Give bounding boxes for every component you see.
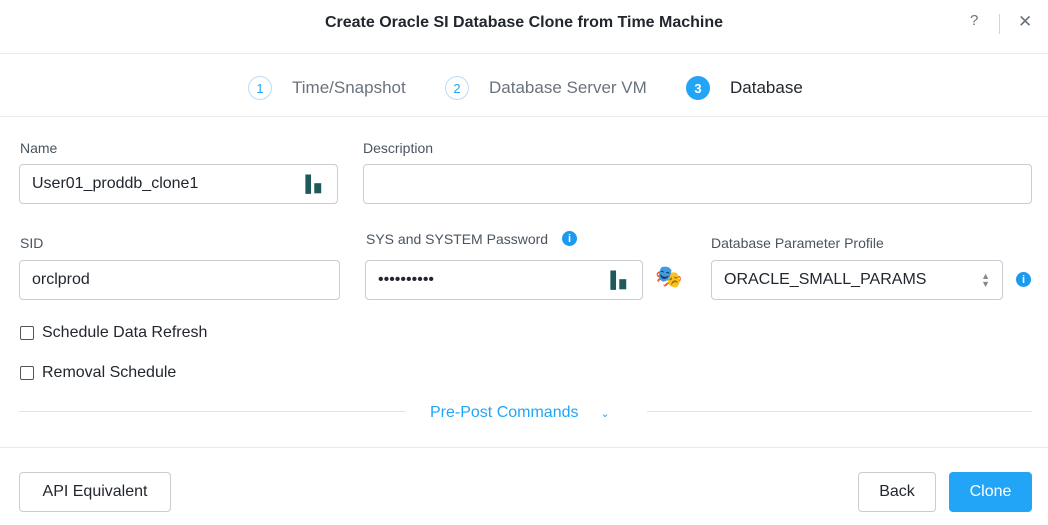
password-value: ••••••••••	[378, 271, 435, 288]
step-number: 2	[445, 76, 469, 100]
schedule-refresh-checkbox[interactable]: Schedule Data Refresh	[20, 324, 207, 342]
masks-icon[interactable]: 🎭	[655, 264, 682, 290]
dialog-title: Create Oracle SI Database Clone from Tim…	[324, 14, 724, 31]
back-button[interactable]: Back	[858, 472, 936, 512]
sid-input[interactable]: orclprod	[19, 260, 340, 300]
step-label: Time/Snapshot	[292, 78, 406, 97]
step-time-snapshot[interactable]: 1 Time/Snapshot	[248, 76, 406, 100]
checkbox-label: Schedule Data Refresh	[42, 324, 208, 341]
select-arrows-icon: ▲ ▼	[981, 271, 990, 289]
step-label: Database Server VM	[489, 78, 647, 97]
divider	[0, 116, 1048, 117]
divider	[0, 447, 1048, 448]
checkbox-label: Removal Schedule	[42, 364, 177, 381]
step-database[interactable]: 3 Database	[686, 76, 803, 100]
step-label: Database	[730, 78, 803, 97]
profile-label: Database Parameter Profile	[711, 235, 884, 251]
password-input[interactable]: •••••••••• ▌▖	[365, 260, 643, 300]
help-button[interactable]: ?	[970, 12, 978, 29]
clone-button[interactable]: Clone	[949, 472, 1032, 512]
step-number: 3	[686, 76, 710, 100]
divider	[999, 14, 1000, 34]
toggle-label: Pre-Post Commands	[430, 404, 579, 421]
password-label: SYS and SYSTEM Password	[366, 231, 549, 247]
profile-select[interactable]: ORACLE_SMALL_PARAMS ▲ ▼	[711, 260, 1003, 300]
description-input[interactable]	[363, 164, 1032, 204]
key-icon: ▌▖	[305, 176, 327, 193]
pre-post-commands-toggle[interactable]: Pre-Post Commands ⌄	[430, 404, 610, 422]
key-icon: ▌▖	[610, 272, 632, 289]
divider	[647, 411, 1032, 412]
info-icon[interactable]: i	[1016, 272, 1031, 287]
name-value: User01_proddb_clone1	[32, 175, 199, 192]
chevron-down-icon: ⌄	[600, 408, 610, 420]
divider	[0, 53, 1048, 54]
step-database-server-vm[interactable]: 2 Database Server VM	[445, 76, 647, 100]
checkbox-icon	[20, 326, 34, 340]
close-icon[interactable]: ✕	[1018, 12, 1032, 32]
removal-schedule-checkbox[interactable]: Removal Schedule	[20, 364, 176, 382]
api-equivalent-button[interactable]: API Equivalent	[19, 472, 171, 512]
profile-value: ORACLE_SMALL_PARAMS	[724, 271, 927, 288]
description-label: Description	[363, 140, 434, 156]
name-input[interactable]: User01_proddb_clone1 ▌▖	[19, 164, 338, 204]
divider	[19, 411, 406, 412]
sid-label: SID	[20, 235, 44, 251]
info-icon[interactable]: i	[562, 231, 577, 246]
name-label: Name	[20, 140, 58, 156]
step-number: 1	[248, 76, 272, 100]
checkbox-icon	[20, 366, 34, 380]
